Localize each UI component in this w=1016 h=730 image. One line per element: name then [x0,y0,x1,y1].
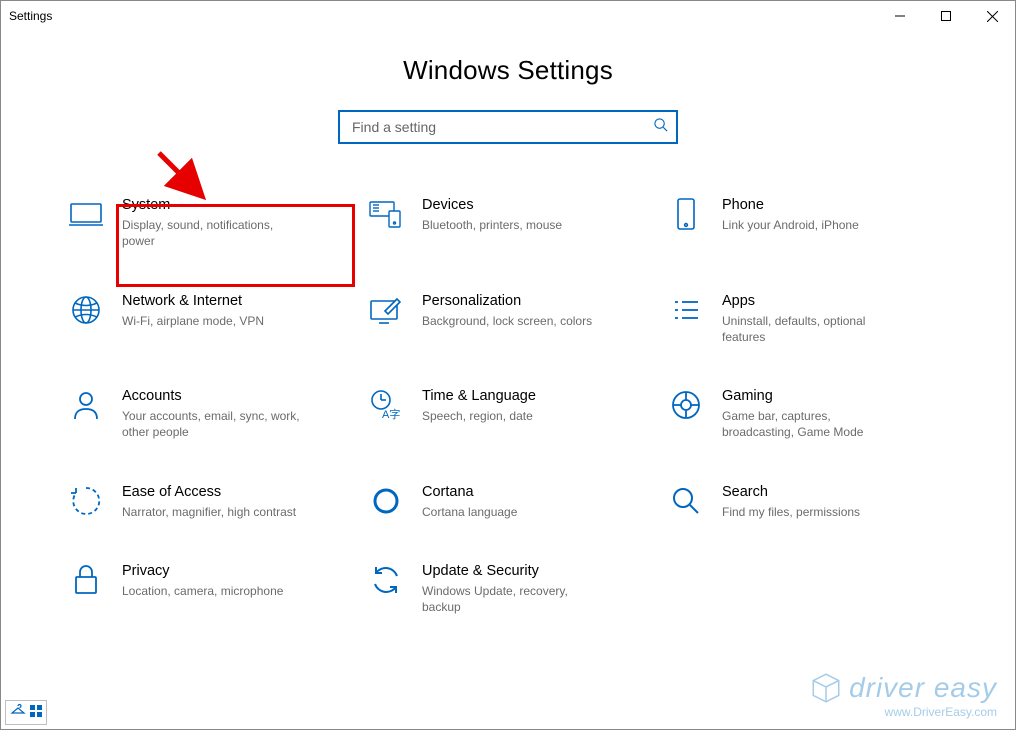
gaming-icon [668,387,704,423]
search-category-icon [668,483,704,519]
card-desc: Cortana language [422,504,517,520]
watermark-url: www.DriverEasy.com [809,705,997,719]
card-desc: Find my files, permissions [722,504,860,520]
card-title: Cortana [422,483,517,501]
cortana-icon [368,483,404,519]
page-title: Windows Settings [1,55,1015,86]
card-title: Gaming [722,387,902,405]
search-input[interactable] [350,118,653,136]
card-desc: Wi-Fi, airplane mode, VPN [122,313,264,329]
card-title: Devices [422,196,562,214]
card-privacy[interactable]: Privacy Location, camera, microphone [68,562,318,616]
card-desc: Narrator, magnifier, high contrast [122,504,296,520]
card-desc: Display, sound, notifications, power [122,217,302,249]
card-apps[interactable]: Apps Uninstall, defaults, optional featu… [668,292,918,346]
card-update[interactable]: Update & Security Windows Update, recove… [368,562,618,616]
watermark-brand: driver easy [849,672,997,704]
card-desc: Uninstall, defaults, optional features [722,313,902,345]
card-title: Accounts [122,387,302,405]
devices-icon [368,196,404,232]
card-title: Search [722,483,860,501]
settings-grid: System Display, sound, notifications, po… [68,196,948,615]
minimize-button[interactable] [877,1,923,31]
search-box[interactable] [338,110,678,144]
apps-icon [668,292,704,328]
card-desc: Background, lock screen, colors [422,313,592,329]
card-desc: Your accounts, email, sync, work, other … [122,408,302,440]
update-icon [368,562,404,598]
card-title: Phone [722,196,859,214]
maximize-button[interactable] [923,1,969,31]
card-accounts[interactable]: Accounts Your accounts, email, sync, wor… [68,387,318,441]
card-system[interactable]: System Display, sound, notifications, po… [68,196,318,250]
close-button[interactable] [969,1,1015,31]
card-cortana[interactable]: Cortana Cortana language [368,483,618,520]
card-desc: Windows Update, recovery, backup [422,583,602,615]
card-title: System [122,196,302,214]
card-personalization[interactable]: Personalization Background, lock screen,… [368,292,618,346]
personalization-icon [368,292,404,328]
card-phone[interactable]: Phone Link your Android, iPhone [668,196,918,250]
card-devices[interactable]: Devices Bluetooth, printers, mouse [368,196,618,250]
card-title: Privacy [122,562,283,580]
hanger-icon [10,703,26,722]
card-title: Personalization [422,292,592,310]
network-icon [68,292,104,328]
window-title: Settings [9,9,52,23]
watermark: driver easy www.DriverEasy.com [809,671,997,719]
time-language-icon: A字 [368,387,404,423]
card-gaming[interactable]: Gaming Game bar, captures, broadcasting,… [668,387,918,441]
svg-text:A字: A字 [382,407,400,421]
card-desc: Link your Android, iPhone [722,217,859,233]
card-desc: Game bar, captures, broadcasting, Game M… [722,408,902,440]
system-icon [68,196,104,232]
privacy-icon [68,562,104,598]
accounts-icon [68,387,104,423]
card-desc: Speech, region, date [422,408,536,424]
card-title: Ease of Access [122,483,296,501]
card-search[interactable]: Search Find my files, permissions [668,483,918,520]
card-desc: Location, camera, microphone [122,583,283,599]
card-title: Network & Internet [122,292,264,310]
card-title: Time & Language [422,387,536,405]
watermark-logo-icon [809,671,843,705]
card-title: Apps [722,292,902,310]
card-network[interactable]: Network & Internet Wi-Fi, airplane mode,… [68,292,318,346]
card-title: Update & Security [422,562,602,580]
corner-widget [5,700,47,725]
card-desc: Bluetooth, printers, mouse [422,217,562,233]
search-icon [653,117,668,137]
card-time[interactable]: A字 Time & Language Speech, region, date [368,387,618,441]
ease-of-access-icon [68,483,104,519]
phone-icon [668,196,704,232]
grid-icon [30,704,42,722]
card-ease-of-access[interactable]: Ease of Access Narrator, magnifier, high… [68,483,318,520]
titlebar: Settings [1,1,1015,31]
